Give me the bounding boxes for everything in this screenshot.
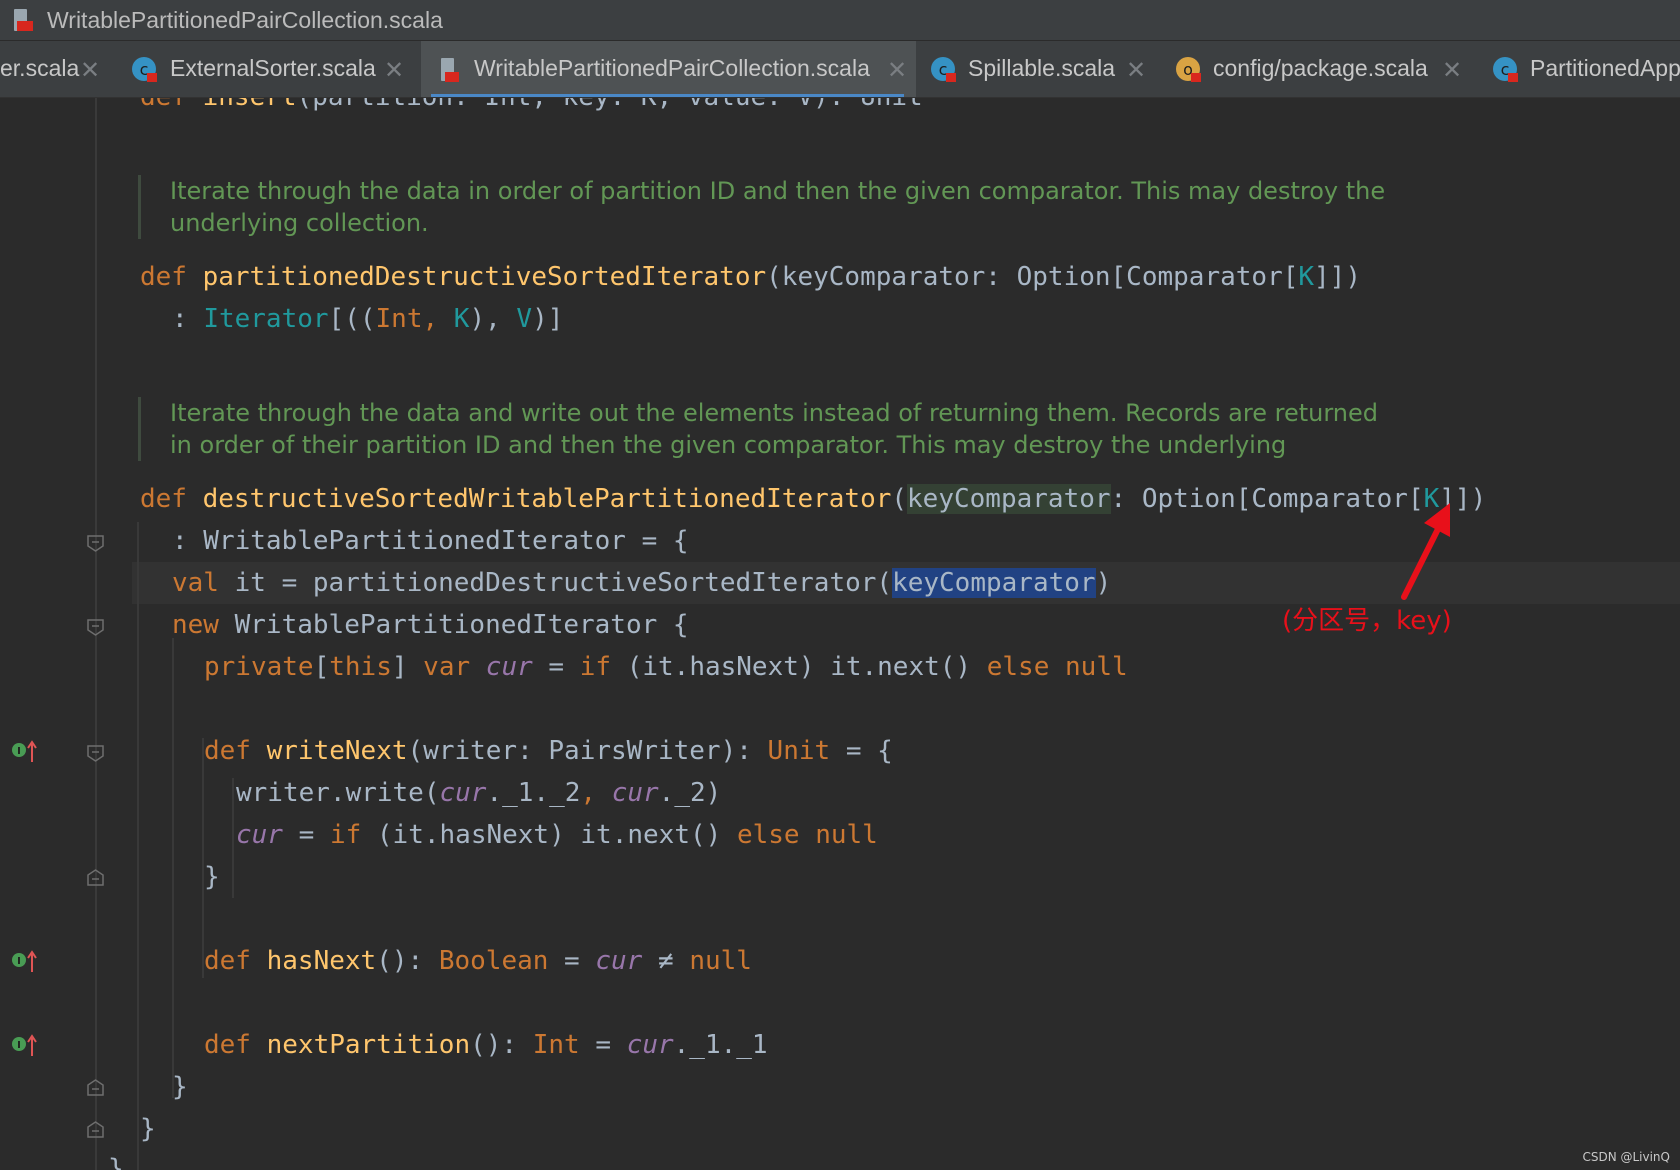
annotation-label: (分区号，key) — [1282, 606, 1452, 636]
implements-method-icon[interactable]: I — [11, 1032, 39, 1058]
scala-class-icon: c — [931, 57, 956, 82]
code-line: private[this] var cur = if (it.hasNext) … — [204, 652, 1128, 682]
indent-guide — [172, 638, 174, 1098]
tab-label: WritablePartitionedPairCollection.scala — [474, 55, 870, 81]
doc-line: Iterate through the data and write out t… — [170, 399, 1378, 427]
code-line: : WritablePartitionedIterator = { — [172, 526, 689, 556]
window-title: WritablePartitionedPairCollection.scala — [47, 7, 443, 33]
doc-comment: Iterate through the data in order of par… — [138, 175, 1538, 239]
doc-line: underlying collection. — [170, 209, 429, 237]
code-line: cur = if (it.hasNext) it.next() else nul… — [236, 820, 878, 850]
code-line: writer.write(cur._1._2, cur._2) — [236, 778, 722, 808]
fold-marker-icon[interactable] — [87, 745, 104, 762]
svg-text:I: I — [17, 1040, 21, 1051]
fold-end-marker-icon[interactable] — [87, 1121, 104, 1138]
indent-guide — [137, 522, 139, 1170]
code-line: def nextPartition(): Int = cur._1._1 — [204, 1030, 768, 1060]
scala-class-icon: c — [1493, 57, 1518, 82]
fold-marker-icon[interactable] — [87, 535, 104, 552]
tab-writablepartitionedpaircollection[interactable]: WritablePartitionedPairCollection.scala … — [421, 41, 916, 97]
close-icon[interactable]: ✕ — [80, 56, 100, 85]
code-line: def partitionedDestructiveSortedIterator… — [140, 262, 1361, 292]
editor-tab-bar: er.scala ✕ c ExternalSorter.scala ✕ Writ… — [0, 41, 1680, 98]
code-line: } — [108, 1154, 124, 1170]
tab-label: er.scala — [0, 55, 80, 81]
code-line: } — [204, 862, 220, 892]
doc-line: Iterate through the data in order of par… — [170, 177, 1386, 205]
code-line: : Iterator[((Int, K), V)] — [172, 304, 564, 334]
scala-object-icon: o — [1176, 57, 1201, 82]
fold-end-marker-icon[interactable] — [87, 1079, 104, 1096]
scala-file-icon — [14, 9, 33, 31]
indent-guide — [232, 778, 234, 898]
tab-er-scala[interactable]: er.scala ✕ — [0, 41, 120, 97]
tab-config-package[interactable]: o config/package.scala ✕ — [1165, 41, 1465, 97]
selected-text: keyComparator — [892, 568, 1096, 598]
implements-method-icon[interactable]: I — [11, 948, 39, 974]
tab-label: Spillable.scala — [968, 55, 1116, 81]
fold-marker-icon[interactable] — [87, 619, 104, 636]
code-editor[interactable]: def insert(partition: Int, key: K, value… — [0, 98, 1680, 1170]
close-icon[interactable]: ✕ — [887, 56, 907, 85]
code-line: val it = partitionedDestructiveSortedIte… — [172, 568, 1112, 598]
tab-partitionedapp[interactable]: c PartitionedApp — [1480, 41, 1680, 97]
indent-guide — [202, 738, 204, 978]
code-line: def hasNext(): Boolean = cur ≠ null — [204, 946, 752, 976]
tab-label: config/package.scala — [1213, 55, 1428, 81]
code-line: } — [140, 1114, 156, 1144]
svg-text:I: I — [17, 746, 21, 757]
svg-text:I: I — [17, 956, 21, 967]
close-icon[interactable]: ✕ — [1442, 56, 1462, 85]
doc-comment: Iterate through the data and write out t… — [138, 397, 1538, 461]
tab-label: PartitionedApp — [1530, 55, 1680, 81]
scala-class-icon: c — [132, 57, 157, 82]
tab-label: ExternalSorter.scala — [170, 55, 376, 81]
scala-file-icon — [441, 58, 459, 82]
doc-line: in order of their partition ID and then … — [170, 431, 1287, 459]
code-line: def insert(partition: Int, key: K, value… — [140, 98, 923, 112]
annotation-arrow-icon — [1401, 503, 1450, 600]
code-line: def destructiveSortedWritablePartitioned… — [140, 484, 1487, 514]
close-icon[interactable]: ✕ — [1126, 56, 1146, 85]
window-title-bar: WritablePartitionedPairCollection.scala — [0, 0, 1680, 41]
code-line: } — [172, 1072, 188, 1102]
tab-externalsorter[interactable]: c ExternalSorter.scala ✕ — [121, 41, 417, 97]
code-line: new WritablePartitionedIterator { — [172, 610, 689, 640]
watermark: CSDN @LivinQ — [1582, 1150, 1670, 1164]
fold-end-marker-icon[interactable] — [87, 869, 104, 886]
tab-spillable[interactable]: c Spillable.scala ✕ — [918, 41, 1148, 97]
code-line: def writeNext(writer: PairsWriter): Unit… — [204, 736, 893, 766]
close-icon[interactable]: ✕ — [384, 56, 404, 85]
implements-method-icon[interactable]: I — [11, 738, 39, 764]
